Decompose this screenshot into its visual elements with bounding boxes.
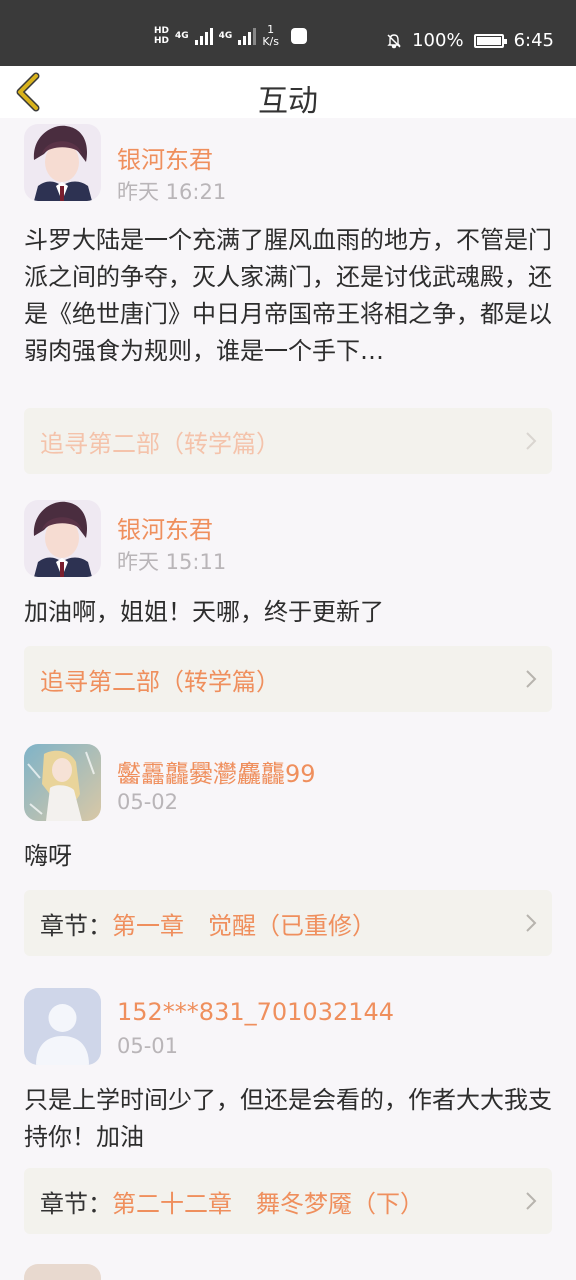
username[interactable]: 银河东君 xyxy=(117,140,213,175)
comment-text: 嗨呀 xyxy=(24,842,72,870)
net1-label: 4G xyxy=(175,31,189,41)
chapter-link[interactable]: 章节： 第二十二章 舞冬梦魇（下） xyxy=(24,1168,552,1234)
username[interactable]: 银河东君 xyxy=(117,510,213,545)
avatar[interactable] xyxy=(24,124,101,201)
page-header: 互动 xyxy=(0,66,576,119)
book-link-label: 追寻第二部（转学篇） xyxy=(40,667,280,696)
comment-item: 银河东君 昨天 15:11 加油啊，姐姐！天哪，终于更新了 追寻第二部（转学篇） xyxy=(24,500,552,720)
bell-off-icon xyxy=(386,33,402,49)
comment-time: 05-01 xyxy=(117,1034,179,1058)
comment-text: 只是上学时间少了，但还是会看的，作者大大我支持你！加油 xyxy=(24,1086,552,1151)
chevron-right-icon xyxy=(526,670,537,688)
clock: 6:45 xyxy=(513,30,554,51)
status-bar: HD HD 4G 4G 1 K/s 100% 6:45 xyxy=(0,0,576,66)
chapter-link-title: 第二十二章 舞冬梦魇（下） xyxy=(112,1189,424,1218)
comment-list[interactable]: 银河东君 昨天 16:21 斗罗大陆是一个充满了腥风血雨的地方，不管是门派之间的… xyxy=(0,118,576,1280)
net2-label: 4G xyxy=(218,31,233,41)
comment-item-partial xyxy=(24,1264,552,1280)
comment-item: 银河东君 昨天 16:21 斗罗大陆是一个充满了腥风血雨的地方，不管是门派之间的… xyxy=(24,124,552,474)
avatar[interactable] xyxy=(24,1264,101,1280)
page-title: 互动 xyxy=(258,84,318,119)
chapter-link-prefix: 章节： xyxy=(40,1189,112,1218)
chapter-link[interactable]: 章节： 第一章 觉醒（已重修） xyxy=(24,890,552,956)
signal-icon xyxy=(194,27,213,45)
comment-item: 齾靐龘爨灪麤龘99 05-02 嗨呀 章节： 第一章 觉醒（已重修） xyxy=(24,744,552,958)
username[interactable]: 齾靐龘爨灪麤龘99 xyxy=(117,754,316,789)
avatar[interactable] xyxy=(24,988,101,1065)
network-speed: 1 K/s xyxy=(262,24,279,48)
app-notification-icon xyxy=(290,28,307,44)
chapter-link-title: 第一章 觉醒（已重修） xyxy=(112,911,376,940)
comment-text: 加油啊，姐姐！天哪，终于更新了 xyxy=(24,598,384,626)
status-left: HD HD 4G 4G 1 K/s xyxy=(154,24,307,48)
avatar[interactable] xyxy=(24,744,101,821)
chapter-link-prefix: 章节： xyxy=(40,911,112,940)
book-link[interactable]: 追寻第二部（转学篇） xyxy=(24,646,552,712)
chevron-right-icon xyxy=(526,432,537,450)
book-link[interactable]: 追寻第二部（转学篇） xyxy=(24,408,552,474)
comment-time: 昨天 16:21 xyxy=(117,180,227,204)
username[interactable]: 152***831_701032144 xyxy=(117,998,394,1026)
chevron-right-icon xyxy=(526,914,537,932)
book-link-label: 追寻第二部（转学篇） xyxy=(40,429,280,458)
battery-icon xyxy=(473,33,507,48)
comment-time: 05-02 xyxy=(117,790,179,814)
signal-icon xyxy=(238,27,257,45)
avatar[interactable] xyxy=(24,500,101,577)
chevron-right-icon xyxy=(526,1192,537,1210)
comment-time: 昨天 15:11 xyxy=(117,550,227,574)
battery-percent: 100% xyxy=(412,30,464,51)
speed-unit: K/s xyxy=(262,35,279,48)
hd2-label: HD xyxy=(154,36,170,46)
hd1-label: HD xyxy=(154,26,170,36)
comment-item: 152***831_701032144 05-01 只是上学时间少了，但还是会看… xyxy=(24,988,552,1238)
hd-indicator: HD HD xyxy=(154,26,169,46)
status-right: 100% 6:45 xyxy=(386,30,554,51)
comment-text: 斗罗大陆是一个充满了腥风血雨的地方，不管是门派之间的争夺，灭人家满门，还是讨伐武… xyxy=(24,226,552,365)
